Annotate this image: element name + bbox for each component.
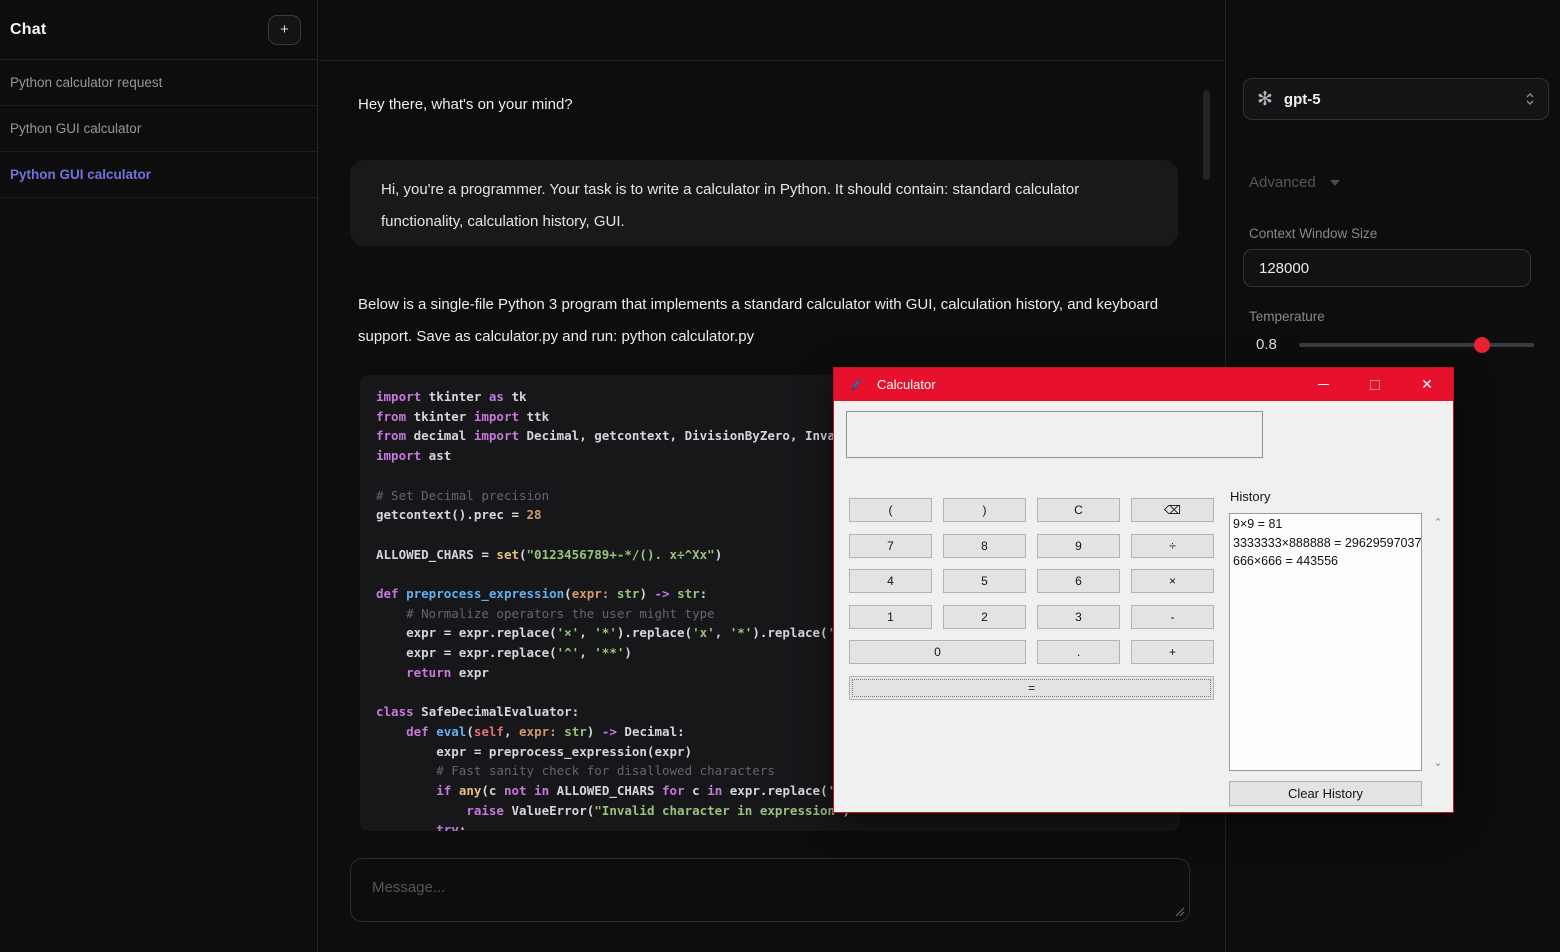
temperature-value: 0.8 bbox=[1256, 336, 1277, 353]
temperature-label: Temperature bbox=[1249, 309, 1325, 324]
history-scroll-up-icon[interactable]: ⌃ bbox=[1431, 518, 1445, 528]
calc-button-6[interactable]: 6 bbox=[1037, 569, 1120, 593]
sidebar-header: Chat + bbox=[0, 0, 317, 60]
history-scroll-down-icon[interactable]: ⌄ bbox=[1431, 758, 1445, 768]
resize-handle-icon[interactable] bbox=[1174, 906, 1185, 917]
plus-icon: + bbox=[280, 21, 289, 38]
assistant-message: Below is a single-file Python 3 program … bbox=[358, 289, 1163, 353]
new-chat-button[interactable]: + bbox=[268, 15, 301, 45]
history-item[interactable]: 3333333×888888 = 296295970370 bbox=[1233, 534, 1418, 553]
sidebar-title: Chat bbox=[10, 21, 46, 39]
chat-list: Python calculator requestPython GUI calc… bbox=[0, 60, 317, 198]
calc-button-2[interactable]: 2 bbox=[943, 605, 1026, 629]
context-window-label: Context Window Size bbox=[1249, 226, 1377, 241]
close-button[interactable]: ✕ bbox=[1401, 368, 1453, 401]
minimize-button[interactable] bbox=[1297, 368, 1349, 401]
window-controls: ✕ bbox=[1297, 368, 1453, 401]
history-label: History bbox=[1230, 489, 1270, 504]
maximize-icon bbox=[1370, 380, 1380, 390]
calculator-display[interactable] bbox=[846, 411, 1263, 458]
calc-button-4[interactable]: 4 bbox=[849, 569, 932, 593]
clear-history-button[interactable]: Clear History bbox=[1229, 781, 1422, 806]
calc-button-9[interactable]: 9 bbox=[1037, 534, 1120, 558]
calc-button-⌫[interactable]: ⌫ bbox=[1131, 498, 1214, 522]
message-input[interactable] bbox=[351, 859, 1189, 921]
calculator-titlebar[interactable]: Calculator ✕ bbox=[834, 368, 1453, 401]
sidebar-chat-item-2[interactable]: Python GUI calculator bbox=[0, 152, 317, 198]
history-item[interactable]: 9×9 = 81 bbox=[1233, 515, 1418, 534]
history-listbox[interactable]: 9×9 = 813333333×888888 = 296295970370666… bbox=[1229, 513, 1422, 771]
message-composer bbox=[350, 858, 1190, 922]
calc-button-÷[interactable]: ÷ bbox=[1131, 534, 1214, 558]
user-message-bubble: Hi, you're a programmer. Your task is to… bbox=[350, 160, 1178, 246]
calc-button-3[interactable]: 3 bbox=[1037, 605, 1120, 629]
calc-button-+[interactable]: + bbox=[1131, 640, 1214, 664]
model-name: gpt-5 bbox=[1284, 91, 1321, 108]
calc-button-.[interactable]: . bbox=[1037, 640, 1120, 664]
model-selector[interactable]: ✻ gpt-5 bbox=[1243, 78, 1549, 120]
tk-feather-icon bbox=[849, 377, 864, 393]
temperature-slider-knob[interactable] bbox=[1474, 337, 1490, 353]
calc-button-1[interactable]: 1 bbox=[849, 605, 932, 629]
calc-button--[interactable]: - bbox=[1131, 605, 1214, 629]
chat-sidebar: Chat + Python calculator requestPython G… bbox=[0, 0, 318, 952]
calc-button-8[interactable]: 8 bbox=[943, 534, 1026, 558]
calculator-title: Calculator bbox=[877, 377, 936, 392]
advanced-label: Advanced bbox=[1249, 174, 1316, 191]
temperature-slider[interactable] bbox=[1299, 343, 1534, 347]
calc-button-C[interactable]: C bbox=[1037, 498, 1120, 522]
minimize-icon bbox=[1318, 384, 1329, 386]
sidebar-chat-item-0[interactable]: Python calculator request bbox=[0, 60, 317, 106]
calculator-keypad: () C ⌫ 789 ÷ 456 × 123- 0. + = bbox=[849, 498, 1214, 700]
calc-button-5[interactable]: 5 bbox=[943, 569, 1026, 593]
close-icon: ✕ bbox=[1421, 378, 1433, 392]
calc-button-0[interactable]: 0 bbox=[849, 640, 1026, 664]
header-divider bbox=[319, 60, 1225, 61]
calc-button-([interactable]: ( bbox=[849, 498, 932, 522]
chevron-up-down-icon bbox=[1525, 91, 1535, 107]
maximize-button[interactable] bbox=[1349, 368, 1401, 401]
advanced-toggle[interactable]: Advanced bbox=[1249, 174, 1340, 191]
code-line: try: bbox=[376, 820, 1164, 831]
calc-button-×[interactable]: × bbox=[1131, 569, 1214, 593]
context-window-input[interactable] bbox=[1243, 249, 1531, 287]
calc-button-)[interactable]: ) bbox=[943, 498, 1026, 522]
calculator-window: Calculator ✕ () C ⌫ 789 ÷ 456 × 123- 0. + = Histor… bbox=[833, 367, 1454, 813]
chat-scrollbar-thumb[interactable] bbox=[1203, 90, 1210, 180]
openai-logo-icon: ✻ bbox=[1257, 90, 1273, 109]
history-item[interactable]: 666×666 = 443556 bbox=[1233, 552, 1418, 571]
calc-button-=[interactable]: = bbox=[849, 676, 1214, 700]
sidebar-chat-item-1[interactable]: Python GUI calculator bbox=[0, 106, 317, 152]
assistant-greeting: Hey there, what's on your mind? bbox=[358, 96, 573, 113]
chevron-down-icon bbox=[1330, 180, 1340, 186]
clear-history-label: Clear History bbox=[1288, 786, 1363, 801]
calc-button-7[interactable]: 7 bbox=[849, 534, 932, 558]
